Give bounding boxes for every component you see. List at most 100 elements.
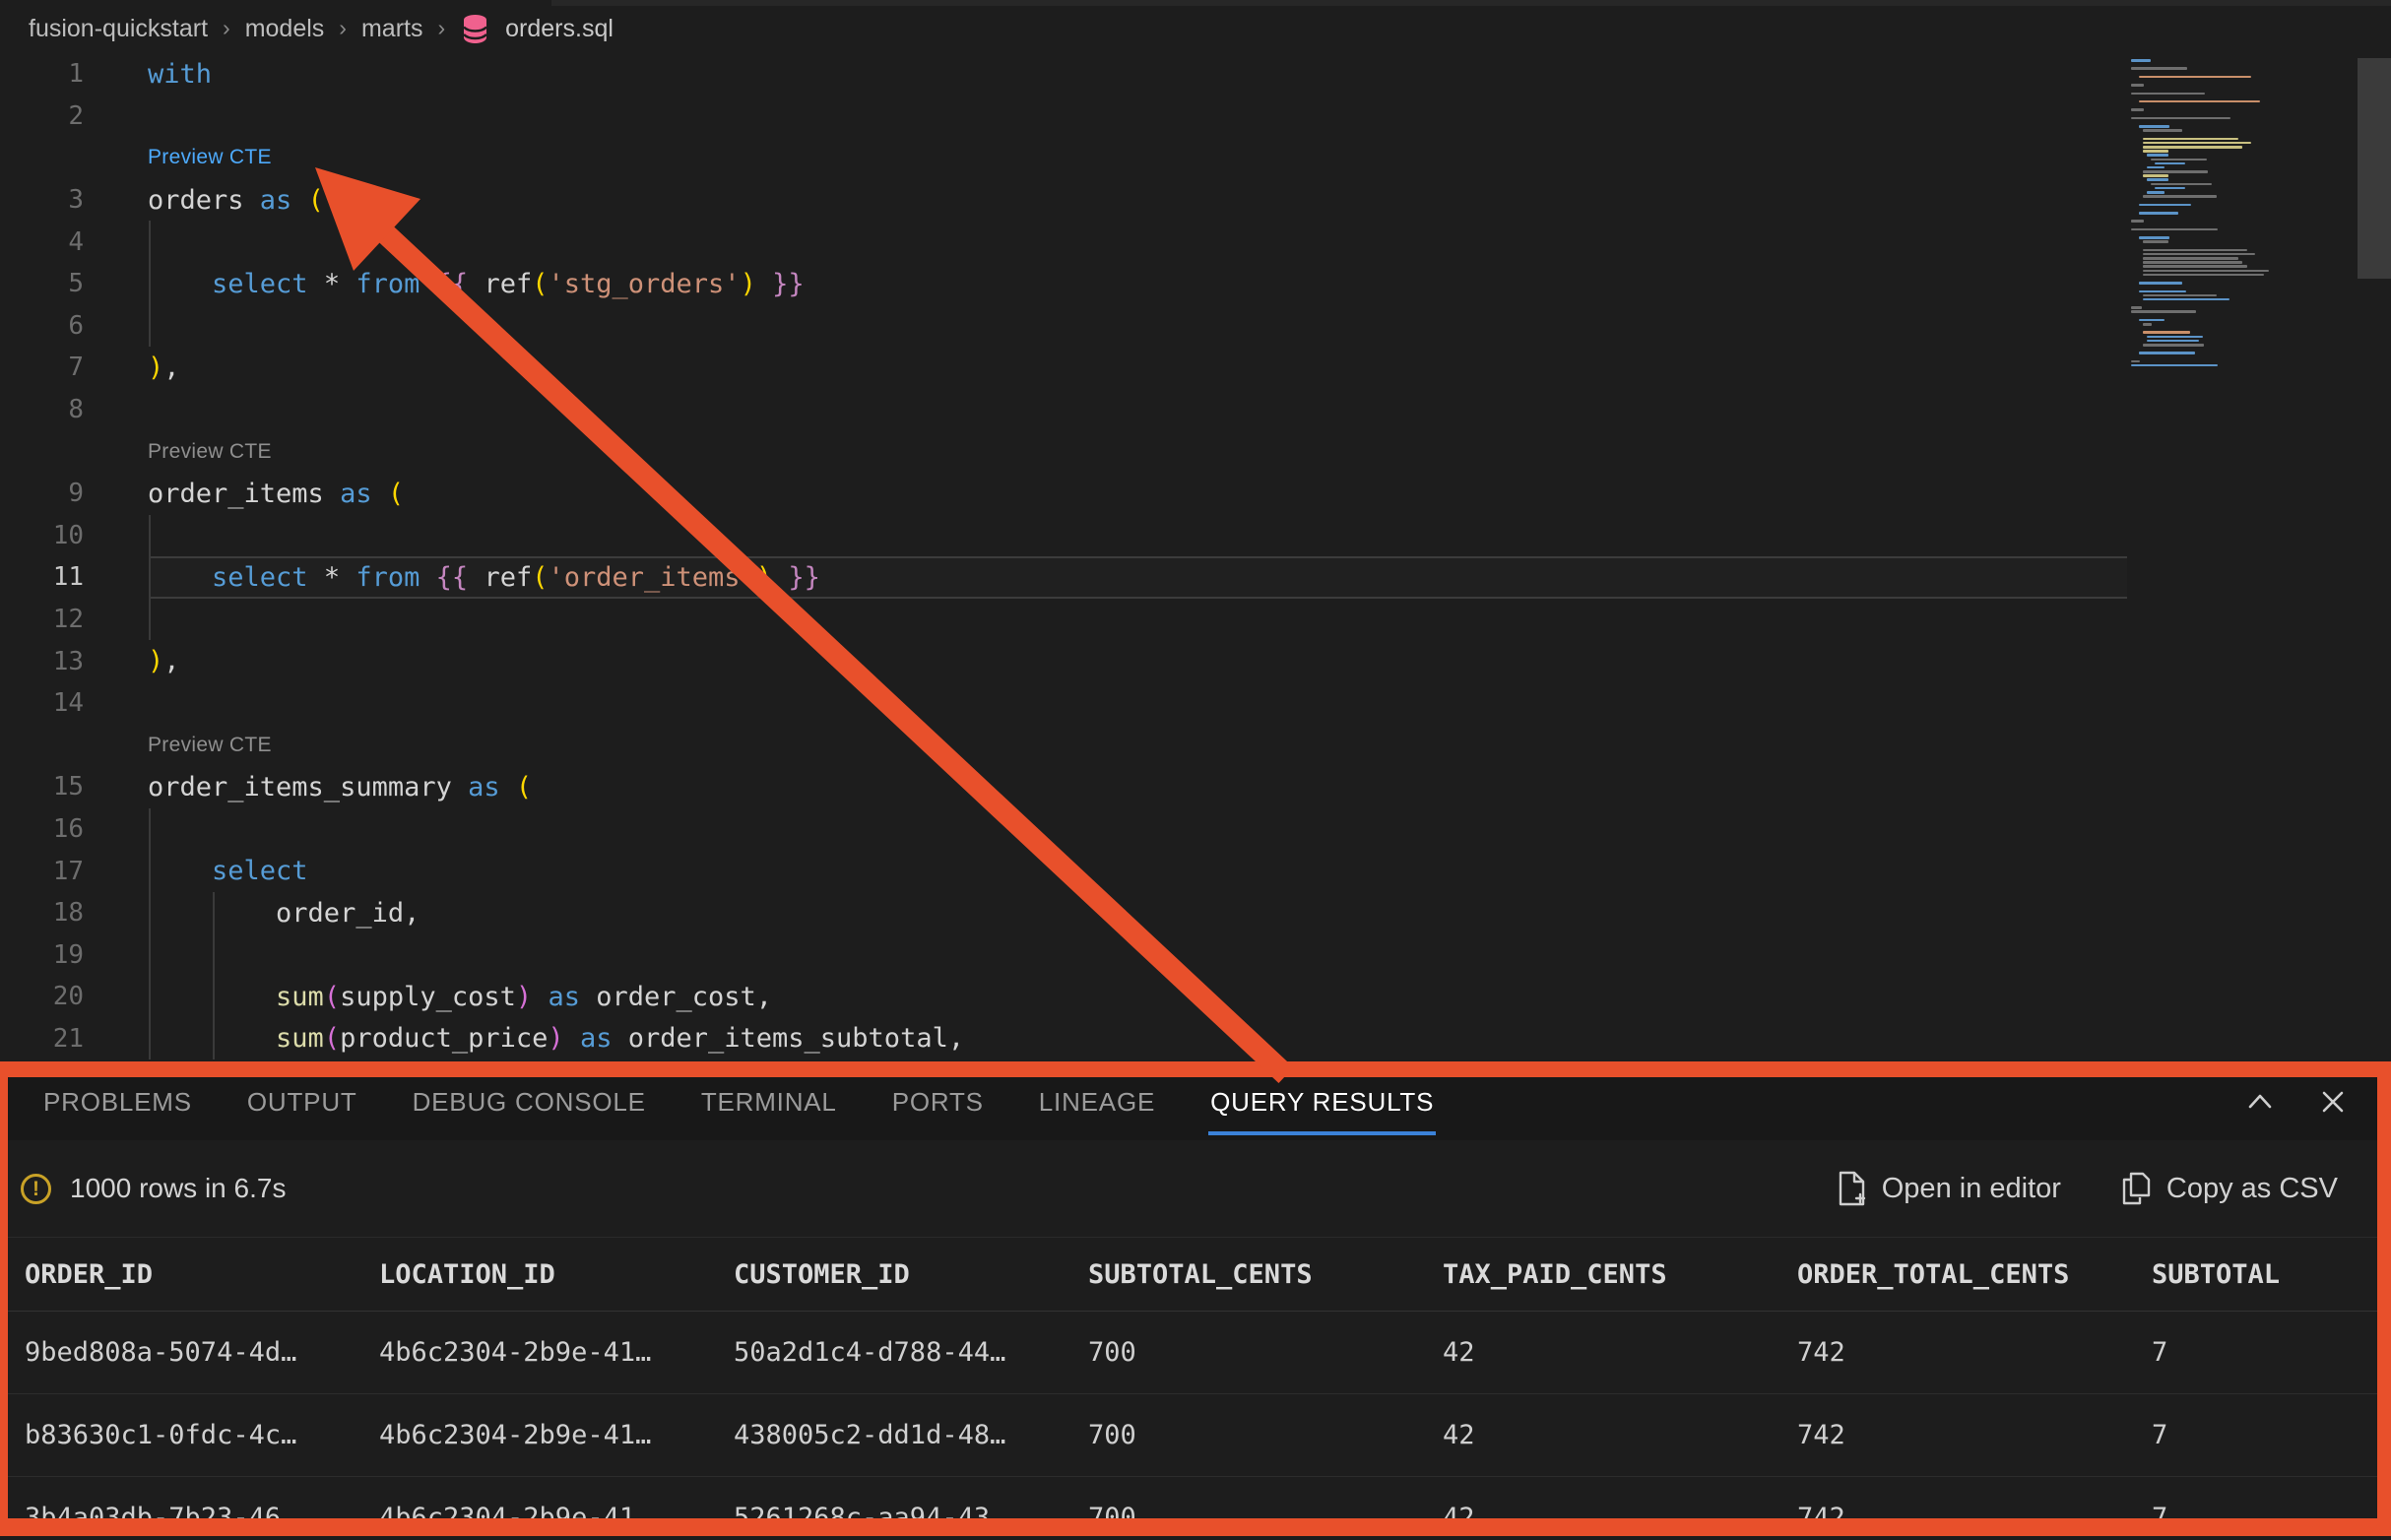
minimap-line [2131,306,2142,309]
code-text[interactable]: select * from {{ ref('stg_orders') }} [108,269,805,299]
minimap-line [2143,298,2229,301]
minimap-line [2139,76,2251,79]
minimap-line [2147,340,2199,343]
codelens-preview-cte[interactable]: Preview CTE [148,146,272,169]
editor-scrollbar[interactable] [2358,58,2391,279]
code-line: 11 select * from {{ ref('order_items') }… [0,556,2127,599]
minimap-line [2131,67,2187,70]
minimap-line [2131,364,2218,367]
table-cell: 3b4a03db-7b23-46 [25,1503,379,1533]
code-text[interactable]: select * from {{ ref('order_items') }} [108,562,820,593]
minimap-line [2147,191,2165,194]
code-text[interactable]: order_id, [108,898,420,929]
panel-tab-terminal[interactable]: TERMINAL [701,1087,837,1118]
code-line: 15order_items_summary as ( [0,766,2127,808]
table-row[interactable]: 9bed808a-5074-4d…4b6c2304-2b9e-41…50a2d1… [8,1312,2377,1394]
minimap[interactable] [2131,59,2356,374]
code-text[interactable]: order_items_summary as ( [108,772,532,802]
code-text[interactable]: ), [108,353,180,383]
table-row[interactable]: b83630c1-0fdc-4c…4b6c2304-2b9e-41…438005… [8,1394,2377,1477]
minimap-line [2139,204,2191,207]
line-number: 2 [0,101,108,131]
indent-guide [149,933,151,976]
line-number: 8 [0,395,108,424]
code-text[interactable]: sum(product_price) as order_items_subtot… [108,1023,964,1054]
breadcrumb-file[interactable]: orders.sql [505,15,614,43]
code-line: 9order_items as ( [0,473,2127,515]
panel-tab-debug-console[interactable]: DEBUG CONSOLE [413,1087,646,1118]
codelens-row: Preview CTE [0,430,2127,473]
indent-guide [149,808,151,851]
table-cell: 742 [1797,1503,2152,1533]
line-number: 7 [0,353,108,382]
open-in-editor-label: Open in editor [1882,1173,2061,1205]
code-line: 3orders as ( [0,179,2127,222]
code-text[interactable]: ), [108,646,180,676]
line-number: 15 [0,772,108,802]
chevron-up-icon [2243,1085,2277,1119]
column-header: ORDER_TOTAL_CENTS [1797,1259,2152,1290]
breadcrumb-segment[interactable]: marts [361,15,423,43]
copy-as-csv-button[interactable]: Copy as CSV [2120,1171,2338,1206]
line-number: 4 [0,227,108,257]
panel-tab-ports[interactable]: PORTS [892,1087,984,1118]
panel-tab-query-results[interactable]: QUERY RESULTS [1210,1087,1434,1118]
minimap-line [2131,220,2144,223]
open-in-editor-button[interactable]: Open in editor [1837,1171,2061,1207]
minimap-line [2131,93,2205,96]
minimap-line [2131,360,2140,363]
panel-tab-lineage[interactable]: LINEAGE [1039,1087,1155,1118]
line-number: 21 [0,1024,108,1054]
code-line: 18 order_id, [0,892,2127,934]
codelens-preview-cte[interactable]: Preview CTE [148,734,272,757]
panel-tab-output[interactable]: OUTPUT [247,1087,357,1118]
close-icon [2316,1085,2350,1119]
code-text[interactable]: orders as ( [108,185,324,216]
indent-guide [149,221,151,263]
panel-tab-problems[interactable]: PROBLEMS [43,1087,192,1118]
line-number: 17 [0,857,108,886]
minimap-line [2143,265,2247,268]
database-icon [462,14,488,43]
line-number: 19 [0,940,108,970]
code-text[interactable]: select [108,856,308,886]
code-text[interactable]: with [108,59,212,90]
code-text[interactable]: order_items as ( [108,479,404,509]
minimap-line [2143,253,2255,256]
minimap-line [2155,162,2185,165]
minimap-line [2155,187,2185,190]
maximize-panel-button[interactable] [2241,1083,2279,1121]
line-number: 9 [0,479,108,508]
code-editor[interactable]: 1with2Preview CTE3orders as (45 select *… [0,53,2127,1059]
close-panel-button[interactable] [2314,1083,2352,1121]
line-number: 1 [0,59,108,89]
query-results-panel: 1000 rows in 6.7s Open in editor Copy [8,1140,2377,1518]
code-line: 7), [0,347,2127,389]
table-cell: 42 [1443,1420,1797,1450]
breadcrumb-segment[interactable]: fusion-quickstart [29,15,208,43]
table-cell: 700 [1088,1503,1443,1533]
minimap-line [2143,261,2242,264]
line-number: 12 [0,605,108,634]
breadcrumb-segment[interactable]: models [245,15,325,43]
minimap-line [2131,59,2151,62]
line-number: 6 [0,311,108,341]
minimap-line [2143,142,2251,145]
codelens-preview-cte[interactable]: Preview CTE [148,440,272,464]
table-cell: 7 [2152,1420,2391,1450]
code-text[interactable]: sum(supply_cost) as order_cost, [108,982,772,1012]
results-table-header: ORDER_IDLOCATION_IDCUSTOMER_IDSUBTOTAL_C… [8,1237,2377,1312]
table-cell: 5261268c-aa94-43 [734,1503,1088,1533]
code-line: 21 sum(product_price) as order_items_sub… [0,1018,2127,1060]
minimap-line [2143,257,2238,260]
table-cell: 42 [1443,1503,1797,1533]
table-cell: 42 [1443,1337,1797,1368]
minimap-line [2151,159,2207,161]
table-cell: 4b6c2304-2b9e-41… [379,1337,734,1368]
minimap-line [2143,195,2217,198]
table-row[interactable]: 3b4a03db-7b23-464b6c2304-2b9e-415261268c… [8,1477,2377,1536]
minimap-line [2139,236,2169,239]
code-line: 1with [0,53,2127,96]
row-count-status: 1000 rows in 6.7s [70,1173,286,1204]
table-cell: 438005c2-dd1d-48… [734,1420,1088,1450]
